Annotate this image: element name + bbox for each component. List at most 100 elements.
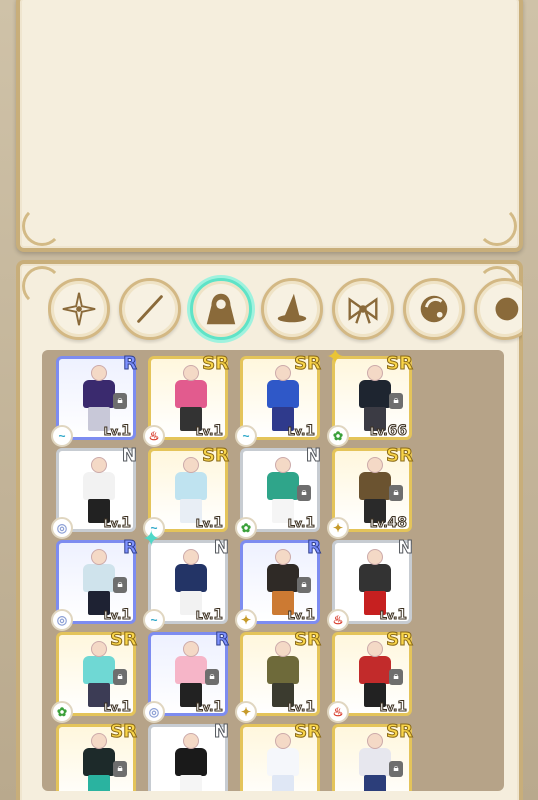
ice-element-icon: ◎ bbox=[51, 517, 73, 539]
ornament-corner-icon bbox=[22, 206, 62, 246]
rarity-badge: SR bbox=[386, 629, 414, 651]
tab-weapon[interactable] bbox=[119, 278, 181, 340]
level-label: Lv.1 bbox=[379, 607, 407, 624]
lock-icon: 🔒︎ bbox=[205, 669, 219, 685]
outfit-card[interactable]: R 🔒︎ ◎ Lv.1 bbox=[51, 537, 138, 631]
rarity-badge: R bbox=[307, 537, 322, 559]
ice-element-icon: ◎ bbox=[51, 609, 73, 631]
lock-icon: 🔒︎ bbox=[297, 485, 311, 501]
tab-more[interactable] bbox=[474, 278, 522, 340]
outfit-grid: R 🔒︎ ~ Lv.1 SR ♨ Lv.1 SR ~ Lv.1 SR 🔒︎ ✿ Lv.66 N ◎ Lv.1 SR… bbox=[42, 350, 504, 791]
leaf-element-icon: ✿ bbox=[327, 425, 349, 447]
leaf-element-icon: ✿ bbox=[51, 701, 73, 723]
outfit-card[interactable]: SR ~ Lv.1 bbox=[235, 353, 322, 447]
rarity-badge: SR bbox=[202, 445, 230, 467]
tab-all[interactable] bbox=[48, 278, 110, 340]
lock-icon: 🔒︎ bbox=[389, 393, 403, 409]
outfit-card[interactable]: SR🔒︎✿ bbox=[56, 721, 138, 791]
outfit-card[interactable]: N◎ bbox=[148, 721, 230, 791]
outfit-card[interactable]: R 🔒︎ ~ Lv.1 bbox=[51, 353, 138, 447]
level-label: Lv.66 bbox=[370, 423, 408, 440]
earth-element-icon: ✦ bbox=[235, 701, 257, 723]
category-tabs bbox=[48, 274, 522, 344]
rarity-badge: N bbox=[213, 537, 229, 559]
partial-icon bbox=[495, 297, 519, 321]
level-label: Lv.1 bbox=[103, 423, 131, 440]
outfit-card[interactable]: SR 🔒︎ ♨ Lv.1 bbox=[327, 629, 414, 723]
level-label: Lv.1 bbox=[379, 699, 407, 716]
outfit-card[interactable]: N ◎ Lv.1 bbox=[51, 445, 138, 539]
lock-icon: 🔒︎ bbox=[297, 577, 311, 593]
lock-icon: 🔒︎ bbox=[389, 761, 403, 777]
outfit-card[interactable]: R 🔒︎ ✦ Lv.1 bbox=[235, 537, 322, 631]
fire-element-icon: ♨ bbox=[327, 701, 349, 723]
wind-element-icon: ~ bbox=[143, 609, 165, 631]
outfit-card[interactable]: SR ♨ Lv.1 bbox=[143, 353, 230, 447]
wardrobe-panel: R 🔒︎ ~ Lv.1 SR ♨ Lv.1 SR ~ Lv.1 SR 🔒︎ ✿ Lv.66 N ◎ Lv.1 SR… bbox=[16, 260, 523, 800]
cloak-icon bbox=[206, 293, 236, 325]
fire-element-icon: ♨ bbox=[327, 609, 349, 631]
tab-accessory[interactable] bbox=[332, 278, 394, 340]
rarity-badge: SR bbox=[386, 353, 414, 375]
rarity-badge: SR bbox=[294, 629, 322, 651]
level-label: Lv.1 bbox=[195, 699, 223, 716]
witch-hat-icon bbox=[277, 293, 307, 323]
level-label: Lv.1 bbox=[195, 515, 223, 532]
orb-icon bbox=[420, 295, 448, 323]
outfit-figure-icon bbox=[169, 733, 213, 791]
outfit-card[interactable]: SR ✦ Lv.1 bbox=[235, 629, 322, 723]
outfit-preview-panel bbox=[16, 0, 523, 252]
rarity-badge: N bbox=[121, 445, 137, 467]
level-label: Lv.1 bbox=[103, 699, 131, 716]
outfit-card[interactable]: SR🔒︎◎ bbox=[332, 721, 414, 791]
tab-orb[interactable] bbox=[403, 278, 465, 340]
lock-icon: 🔒︎ bbox=[113, 577, 127, 593]
rarity-badge: SR bbox=[386, 445, 414, 467]
rarity-badge: R bbox=[123, 353, 138, 375]
earth-element-icon: ✦ bbox=[235, 609, 257, 631]
level-label: Lv.1 bbox=[287, 607, 315, 624]
tab-outfit[interactable] bbox=[190, 278, 252, 340]
level-label: Lv.1 bbox=[287, 699, 315, 716]
lock-icon: 🔒︎ bbox=[113, 393, 127, 409]
rarity-badge: SR bbox=[110, 721, 138, 743]
level-label: Lv.1 bbox=[103, 515, 131, 532]
ornament-corner-icon bbox=[477, 206, 517, 246]
outfit-card[interactable]: N 🔒︎ ✿ Lv.1 bbox=[235, 445, 322, 539]
outfit-card[interactable]: N ~ Lv.1 bbox=[143, 537, 230, 631]
tab-hat[interactable] bbox=[261, 278, 323, 340]
level-label: Lv.1 bbox=[287, 423, 315, 440]
rarity-badge: SR bbox=[294, 353, 322, 375]
rarity-badge: SR bbox=[110, 629, 138, 651]
outfit-card[interactable]: N ♨ Lv.1 bbox=[327, 537, 414, 631]
level-label: Lv.1 bbox=[103, 607, 131, 624]
lock-icon: 🔒︎ bbox=[113, 761, 127, 777]
outfit-card[interactable]: SR 🔒︎ ✦ Lv.48 bbox=[327, 445, 414, 539]
rarity-badge: R bbox=[123, 537, 138, 559]
bow-icon bbox=[348, 297, 378, 324]
sparkle-icon: ✦ bbox=[326, 350, 345, 369]
rarity-badge: SR bbox=[386, 721, 414, 743]
level-label: Lv.48 bbox=[370, 515, 408, 532]
rarity-badge: R bbox=[215, 629, 230, 651]
outfit-card[interactable]: SR~ bbox=[240, 721, 322, 791]
outfit-card[interactable]: R 🔒︎ ◎ Lv.1 bbox=[143, 629, 230, 723]
outfit-card[interactable]: SR 🔒︎ ✿ Lv.1 bbox=[51, 629, 138, 723]
rarity-badge: SR bbox=[294, 721, 322, 743]
wand-icon bbox=[137, 295, 163, 323]
wind-element-icon: ~ bbox=[51, 425, 73, 447]
wind-element-icon: ~ bbox=[235, 425, 257, 447]
level-label: Lv.1 bbox=[195, 607, 223, 624]
leaf-element-icon: ✿ bbox=[235, 517, 257, 539]
rarity-badge: N bbox=[305, 445, 321, 467]
level-label: Lv.1 bbox=[195, 423, 223, 440]
lock-icon: 🔒︎ bbox=[389, 669, 403, 685]
outfit-card[interactable]: SR ~ Lv.1 bbox=[143, 445, 230, 539]
ice-element-icon: ◎ bbox=[143, 701, 165, 723]
compass-star-icon bbox=[62, 292, 96, 326]
rarity-badge: SR bbox=[202, 353, 230, 375]
rarity-badge: N bbox=[397, 537, 413, 559]
earth-element-icon: ✦ bbox=[327, 517, 349, 539]
sparkle-icon: ✦ bbox=[142, 526, 161, 551]
rarity-badge: N bbox=[213, 721, 229, 743]
